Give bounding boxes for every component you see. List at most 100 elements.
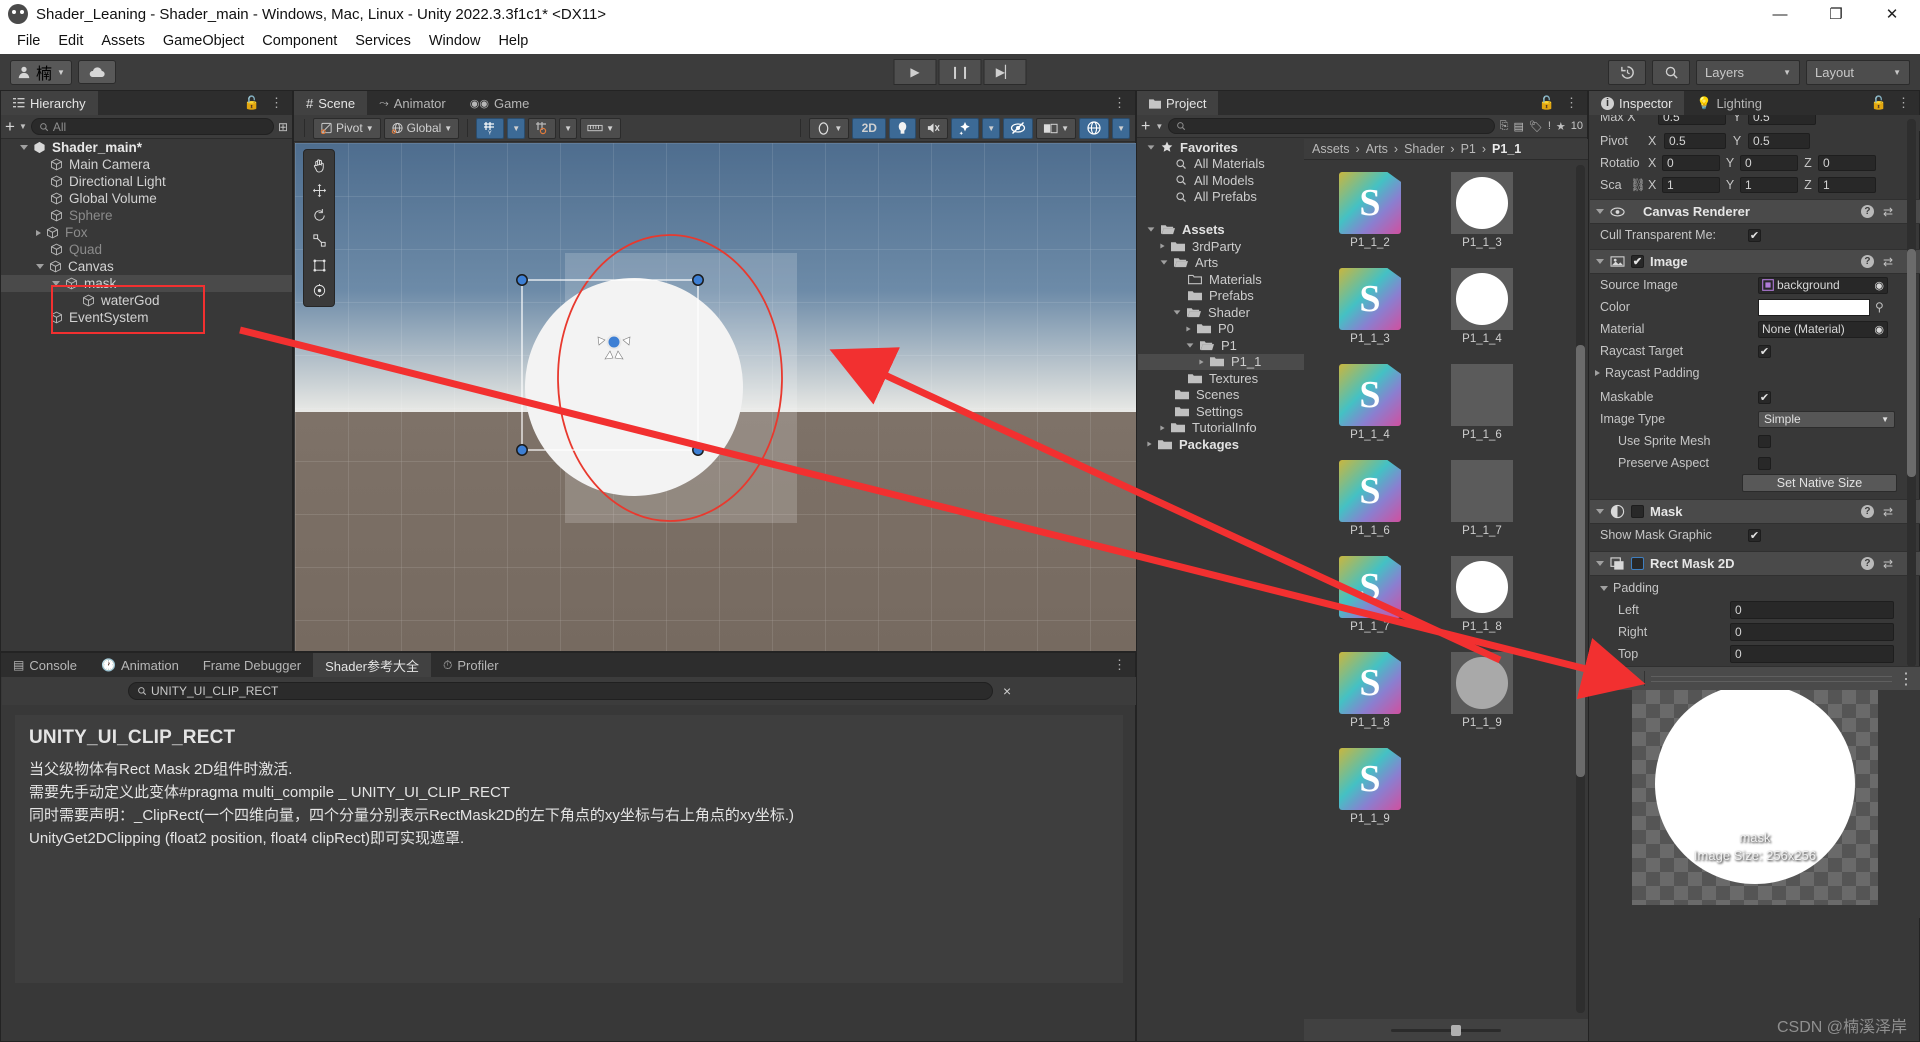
project-tree-item-p1[interactable]: P1 [1138, 337, 1304, 354]
step-button[interactable]: ▶▏ [984, 59, 1027, 85]
add-object-button[interactable]: + [5, 120, 15, 134]
project-tree-item-3rdparty[interactable]: 3rdParty [1138, 238, 1304, 255]
scale-tool-icon[interactable] [304, 228, 334, 253]
collapse-arrow-icon[interactable] [1596, 509, 1604, 514]
preset-icon[interactable]: ⇄ [1883, 205, 1893, 219]
image-type-dropdown[interactable]: Simple ▼ [1758, 411, 1895, 428]
menu-item-services[interactable]: Services [346, 31, 420, 51]
pivot-handle-icon[interactable] [595, 331, 633, 367]
toggle-2d[interactable]: 2D [852, 118, 886, 139]
layers-dropdown[interactable]: Layers ▼ [1696, 60, 1800, 85]
clear-search-icon[interactable]: × [1003, 683, 1011, 699]
chevron-down-icon[interactable]: ▼ [1155, 122, 1163, 131]
project-tree-item-arts[interactable]: Arts [1138, 255, 1304, 272]
shader-search-input[interactable]: UNITY_UI_CLIP_RECT [128, 682, 993, 700]
scene-fx-toggle[interactable] [951, 118, 979, 139]
project-tree-item-scenes[interactable]: Scenes [1138, 387, 1304, 404]
mask-enabled-checkbox[interactable] [1631, 505, 1644, 518]
max-y-field[interactable]: 0.5 [1748, 115, 1816, 125]
kebab-icon[interactable]: ⋮ [1113, 95, 1127, 111]
material-field[interactable]: None (Material) ◉ [1758, 321, 1888, 338]
chevron-down-icon[interactable] [1161, 261, 1168, 265]
show-mask-graphic-checkbox[interactable]: ✔ [1748, 529, 1761, 542]
preserve-aspect-checkbox[interactable] [1758, 457, 1771, 470]
scene-tool-palette[interactable] [303, 149, 335, 307]
rotate-tool-icon[interactable] [304, 203, 334, 228]
help-icon[interactable]: ? [1861, 205, 1874, 218]
source-image-field[interactable]: background ◉ [1758, 277, 1888, 294]
component-header-rect-mask-2d[interactable]: Rect Mask 2D ? ⇄ ⋮ [1590, 551, 1920, 576]
chevron-down-icon[interactable]: ▼ [19, 122, 27, 131]
move-tool-icon[interactable] [304, 178, 334, 203]
hierarchy-item-shader-main-[interactable]: Shader_main* [1, 139, 292, 156]
gizmos-dropdown[interactable]: ▼ [1112, 118, 1130, 139]
rot-z-field[interactable]: 0 [1818, 155, 1876, 171]
menu-item-assets[interactable]: Assets [92, 31, 154, 51]
asset-item[interactable]: SP1_1_2 [1320, 172, 1420, 249]
chevron-right-icon[interactable] [1147, 442, 1151, 447]
help-icon[interactable]: ? [1861, 505, 1874, 518]
preset-icon[interactable]: ⇄ [1883, 255, 1893, 269]
maskable-checkbox[interactable]: ✔ [1758, 391, 1771, 404]
favorite-filter-icon[interactable]: ★ [1556, 120, 1566, 133]
hierarchy-item-quad[interactable]: Quad [1, 241, 292, 258]
scale-x-field[interactable]: 1 [1662, 177, 1720, 193]
eyedropper-icon[interactable]: ⚲ [1875, 300, 1884, 314]
asset-item[interactable]: P1_1_6 [1432, 364, 1532, 441]
project-tree-item-p1-1[interactable]: P1_1 [1138, 354, 1304, 371]
undo-history-button[interactable] [1608, 60, 1646, 85]
help-icon[interactable]: ? [1861, 557, 1874, 570]
rot-x-field[interactable]: 0 [1662, 155, 1720, 171]
asset-item[interactable]: P1_1_8 [1432, 556, 1532, 633]
scene-audio-toggle[interactable] [919, 118, 948, 139]
filter-label-icon[interactable]: 🏷 [1529, 120, 1543, 133]
chevron-down-icon[interactable] [20, 145, 28, 150]
padding-left-field[interactable]: 0 [1730, 601, 1894, 619]
asset-item[interactable]: SP1_1_4 [1320, 364, 1420, 441]
maximize-button[interactable]: ❐ [1808, 0, 1864, 28]
inspector-scroll-thumb[interactable] [1907, 249, 1916, 477]
tab-hierarchy[interactable]: Hierarchy [1, 91, 98, 115]
expand-arrow-icon[interactable] [1595, 370, 1600, 376]
color-swatch[interactable] [1758, 299, 1870, 316]
global-toggle[interactable]: Global ▼ [384, 118, 460, 139]
kebab-icon[interactable]: ⋮ [270, 95, 284, 111]
snap-increment-toggle[interactable] [528, 118, 556, 139]
cloud-button[interactable] [78, 60, 116, 84]
lock-icon[interactable]: 🔓 [244, 95, 260, 111]
tab-game[interactable]: ◉◉ Game [458, 91, 542, 115]
kebab-icon[interactable]: ⋮ [1897, 95, 1911, 111]
scene-lighting-toggle[interactable] [889, 118, 916, 139]
padding-top-field[interactable]: 0 [1730, 645, 1894, 663]
asset-item[interactable]: SP1_1_3 [1320, 268, 1420, 345]
rect-mask-2d-enabled-checkbox[interactable] [1631, 557, 1644, 570]
grid-snap-toggle[interactable]: Y [476, 118, 504, 139]
scale-z-field[interactable]: 1 [1818, 177, 1876, 193]
project-tree-item-packages[interactable]: Packages [1138, 436, 1304, 453]
scene-camera-dropdown[interactable]: ▼ [1036, 118, 1076, 139]
create-asset-button[interactable]: + [1141, 120, 1150, 133]
tab-inspector[interactable]: i Inspector [1589, 91, 1684, 115]
component-header-image[interactable]: ✔ Image ? ⇄ ⋮ [1590, 249, 1920, 274]
object-picker-icon[interactable]: ◉ [1874, 323, 1884, 336]
chevron-right-icon[interactable] [1199, 359, 1203, 364]
breadcrumb-arts[interactable]: Arts [1366, 142, 1388, 156]
project-tree-item-tutorialinfo[interactable]: TutorialInfo [1138, 420, 1304, 437]
chevron-right-icon[interactable] [1160, 425, 1164, 430]
tab-frame-debugger[interactable]: Frame Debugger [191, 653, 313, 677]
chevron-right-icon[interactable] [1186, 326, 1190, 331]
hierarchy-item-canvas[interactable]: Canvas [1, 258, 292, 275]
toolbar-search-button[interactable] [1652, 60, 1690, 85]
scene-visibility-toggle[interactable] [1003, 118, 1033, 139]
max-x-field[interactable]: 0.5 [1658, 115, 1726, 125]
chevron-right-icon[interactable] [1160, 244, 1164, 249]
tab-lighting[interactable]: 💡 Lighting [1684, 91, 1774, 115]
tab-animator[interactable]: ⤳ Animator [367, 91, 458, 115]
tab-console[interactable]: ▤ Console [1, 653, 89, 677]
tab-animation[interactable]: 🕐 Animation [89, 653, 191, 677]
kebab-icon[interactable]: ⋮ [1898, 669, 1915, 689]
asset-item[interactable]: P1_1_4 [1432, 268, 1532, 345]
asset-grid[interactable]: SP1_1_2P1_1_3SP1_1_3P1_1_4SP1_1_4P1_1_6S… [1304, 160, 1588, 1020]
collapse-arrow-icon[interactable] [1596, 259, 1604, 264]
lock-icon[interactable]: 🔓 [1539, 95, 1555, 111]
